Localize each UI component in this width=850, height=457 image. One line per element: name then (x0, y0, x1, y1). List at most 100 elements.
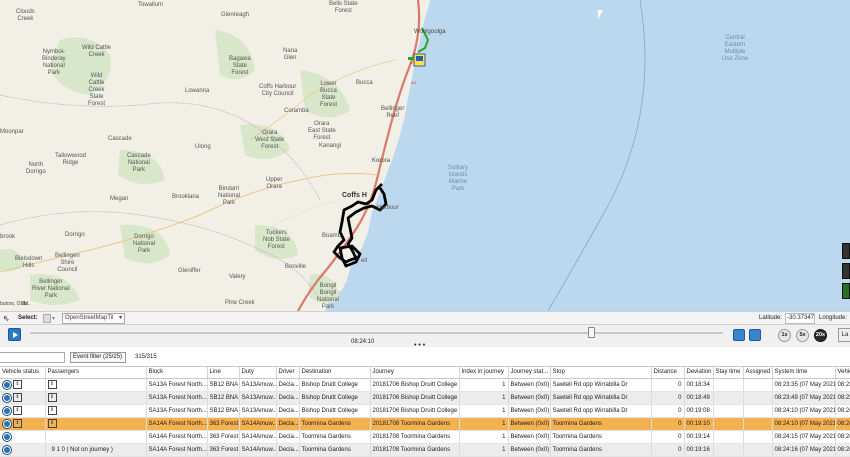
system-time-cell: 08:24:10 (07 May 2021) (772, 417, 836, 431)
assigned-cell (743, 417, 773, 431)
duty-cell: SA13Amuw... (239, 404, 277, 418)
column-header[interactable]: Index in journey (459, 367, 509, 379)
deviation-cell: 00:19:08 (684, 404, 714, 418)
speed-5x-button[interactable]: 5x (796, 329, 809, 342)
map-label: Brooklana (172, 194, 200, 200)
map-label: Valery (229, 274, 246, 280)
passenger-counts: 9 1 0 ( Not on journey ) (51, 446, 113, 453)
table-row[interactable]: SA14A Forest North... 363 Forest SA14Amuw.… (0, 430, 850, 444)
column-header[interactable]: Journey (370, 367, 460, 379)
door-icon: ⇕ (13, 406, 22, 415)
column-header[interactable]: Journey stat... (508, 367, 551, 379)
line-cell: SB12 BNA B (207, 391, 240, 405)
status-dot-icon (3, 406, 11, 415)
driver-cell: Decla... (276, 430, 300, 444)
map-label: Bellinger River National Park (32, 279, 70, 299)
map-label: Wild Cattle Creek (82, 45, 112, 58)
map-view[interactable]: Clouds Creek Towallum Glenreagh Bells St… (0, 0, 850, 311)
map-label: Coramba (284, 108, 309, 114)
map-tiles-value: OpenStreetMapTil (65, 315, 114, 321)
splitter-handle[interactable]: • • • (414, 342, 425, 349)
stop-cell: Sawtell Rd opp Wirrabilla Dr (550, 404, 652, 418)
map-label: Korora (372, 158, 391, 164)
timeline-track[interactable] (30, 332, 723, 334)
assigned-cell (743, 391, 773, 405)
driver-cell: Decla... (276, 404, 300, 418)
block-cell: SA14A Forest North... (146, 430, 208, 444)
search-input[interactable] (0, 352, 65, 363)
map-label: Orara East State Forest (308, 121, 336, 141)
map-label: Bielsdown Hills (15, 256, 43, 269)
stop-cell: Sawtell Rd opp Wirrabilla Dr (550, 391, 652, 405)
map-label: Coffs Harbour City Council (259, 84, 297, 97)
door-icon: ⇕ (47, 393, 57, 402)
column-header[interactable]: Vehicle (835, 367, 850, 379)
column-header[interactable]: System time (772, 367, 836, 379)
map-label: Bells State Forest (329, 1, 358, 14)
passengers-cell: ⇕ (45, 404, 147, 418)
latitude-field[interactable]: -30.37347 (785, 313, 815, 324)
line-cell: 363 Forest (207, 443, 240, 457)
stay-cell (713, 404, 744, 418)
column-header[interactable]: Driver (276, 367, 300, 379)
index-cell: 1 (459, 430, 509, 444)
map-label: Harbour (377, 205, 399, 211)
table-row[interactable]: ⇕ ⇕ SA13A Forest North...SB12 BNA BSA13Amu… (0, 378, 850, 392)
map-label: Bindarri National Park (218, 186, 241, 206)
longitude-label: Longitude: (819, 315, 848, 321)
table-row[interactable]: 9 1 0 ( Not on journey ) SA14A Forest Nor… (0, 443, 850, 457)
column-header[interactable]: Distance (651, 367, 685, 379)
destination-cell: Toormina Gardens (299, 443, 371, 457)
event-filter-button[interactable]: Event filter (25/25) (70, 352, 126, 363)
timeline-handle[interactable] (588, 327, 596, 338)
map-label: Glenreagh (221, 12, 250, 18)
column-header[interactable]: Line (207, 367, 240, 379)
stay-cell (713, 443, 744, 457)
status-dot-icon (3, 380, 11, 389)
map-label: Kanangi (319, 143, 342, 149)
chevron-down-icon[interactable]: ▾ (52, 315, 55, 322)
column-header[interactable]: Duty (239, 367, 277, 379)
map-label: Cascade National Park (127, 153, 151, 173)
speed-1x-button[interactable]: 1x (778, 329, 791, 342)
driver-cell: Decla... (276, 417, 300, 431)
stay-cell (713, 391, 744, 405)
destination-cell: Toormina Gardens (299, 430, 371, 444)
speed-20x-button[interactable]: 20x (814, 329, 827, 342)
extra-button[interactable]: La (838, 328, 850, 342)
step-back-button[interactable] (733, 329, 745, 341)
vehicle-cell: 08:23 (835, 378, 850, 392)
column-header[interactable]: Stay time (713, 367, 744, 379)
map-label: Coffs H (342, 192, 367, 199)
step-forward-button[interactable] (749, 329, 761, 341)
map-label: Lowanna (185, 88, 210, 94)
column-header[interactable]: Block (146, 367, 208, 379)
map-label: Cascade (108, 136, 132, 142)
select-mode-button[interactable] (43, 314, 51, 323)
stay-cell (713, 417, 744, 431)
column-header[interactable]: Deviation (684, 367, 714, 379)
column-header[interactable]: Assigned (743, 367, 773, 379)
column-header[interactable]: Vehicle status (0, 367, 46, 379)
map-label: Bellingen Shire Council (55, 253, 80, 273)
column-header[interactable]: Stop (550, 367, 652, 379)
table-row[interactable]: ⇕ ⇕ SA14A Forest North... 363 Forest SA14Amu… (0, 417, 850, 431)
map-tool-button[interactable] (842, 283, 850, 299)
map-label: Towallum (138, 2, 164, 8)
map-tool-button[interactable] (842, 263, 850, 279)
play-icon[interactable] (8, 328, 21, 341)
map-label: Nana Glen (283, 48, 298, 61)
select-cursor-icon[interactable]: ⇖ (3, 314, 10, 323)
map-tiles-select[interactable]: OpenStreetMapTil ▾ (62, 313, 125, 324)
table-row[interactable]: ⇕ ⇕ SA13A Forest North...SB12 BNA BSA13Amu… (0, 391, 850, 405)
map-tool-button[interactable] (842, 243, 850, 259)
table-row[interactable]: ⇕ ⇕ SA13A Forest North...SB12 BNA BSA13Amu… (0, 404, 850, 418)
block-cell: SA13A Forest North... (146, 391, 208, 405)
driver-cell: Decla... (276, 391, 300, 405)
column-header[interactable]: Destination (299, 367, 371, 379)
status-cell: Between (0x0) (508, 443, 551, 457)
column-header[interactable]: Passengers (45, 367, 147, 379)
map-attribution: butors, ODbL (0, 301, 30, 307)
map-label: Bagawa State Forest (229, 56, 251, 76)
status-dot-icon (3, 432, 11, 441)
